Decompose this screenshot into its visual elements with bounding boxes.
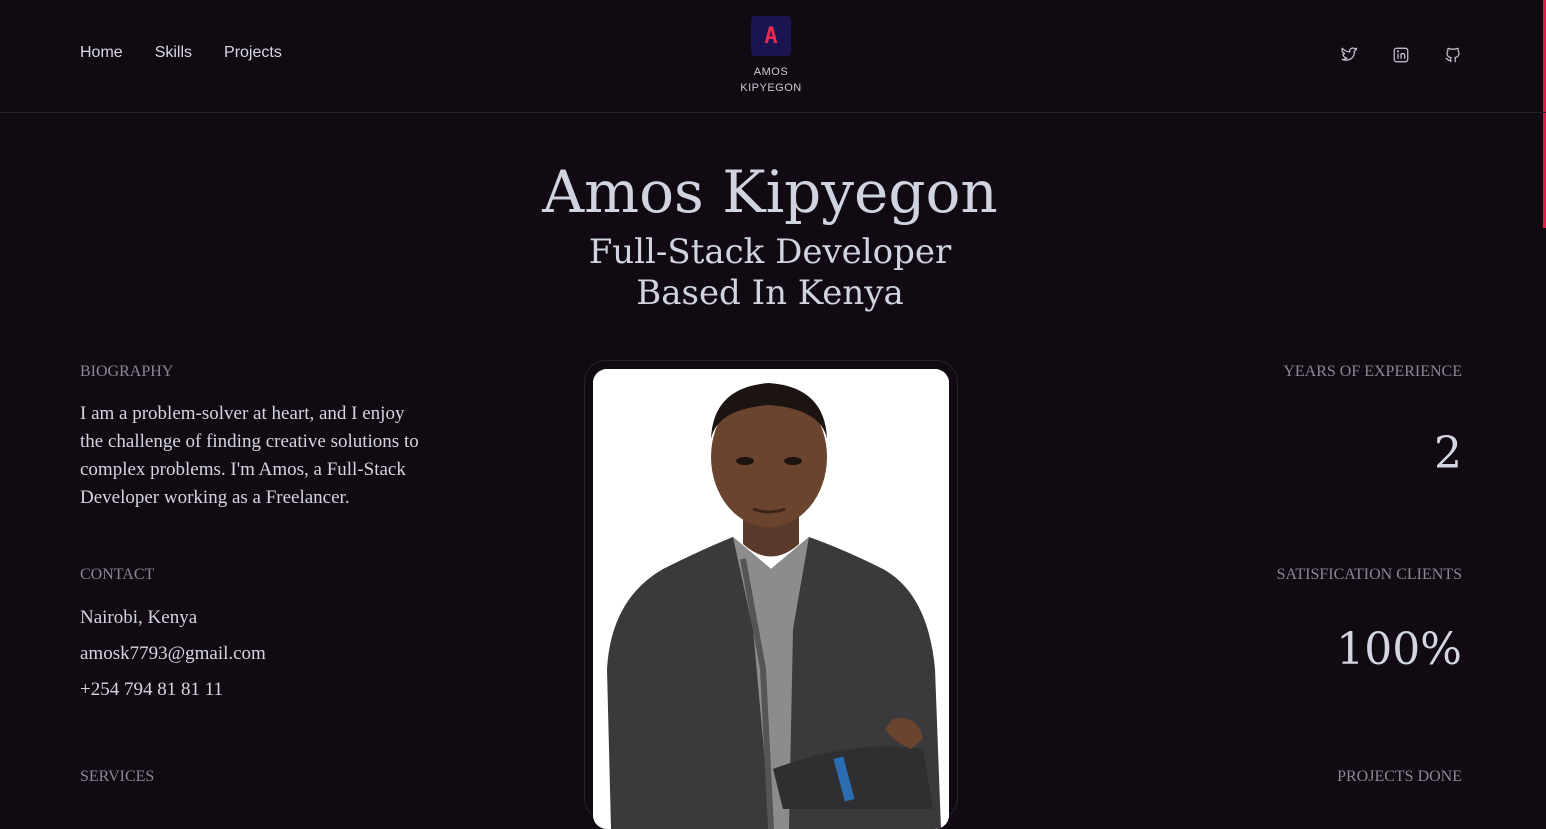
- contact-location: Nairobi, Kenya: [80, 607, 198, 628]
- services-label: SERVICES: [80, 768, 155, 785]
- hero-subtitle-line2: Based In Kenya: [636, 273, 904, 313]
- linkedin-icon[interactable]: [1392, 46, 1410, 64]
- contact-phone: +254 794 81 81 11: [80, 679, 224, 700]
- contact-email: amosk7793@gmail.com: [80, 643, 266, 664]
- brand-name-line2: KIPYEGON: [740, 82, 802, 94]
- years-of-experience-value: 2: [1434, 428, 1462, 479]
- projects-done-label: PROJECTS DONE: [1337, 768, 1462, 785]
- nav-link-projects[interactable]: Projects: [224, 44, 282, 62]
- nav-links: Home Skills Projects: [80, 44, 282, 62]
- biography-text: I am a problem-solver at heart, and I en…: [80, 403, 419, 508]
- top-nav: Home Skills Projects A AMOS KIPYEGON: [0, 0, 1546, 113]
- social-links: [1340, 46, 1462, 64]
- hero-name: Amos Kipyegon: [542, 158, 998, 226]
- brand-logo-link[interactable]: A AMOS KIPYEGON: [731, 16, 811, 96]
- profile-photo: [593, 369, 949, 829]
- hero-subtitle: Full-Stack Developer Based In Kenya: [0, 232, 1540, 314]
- satisfaction-clients-value: 100%: [1336, 624, 1462, 675]
- profile-photo-frame: [584, 360, 958, 829]
- biography-label: BIOGRAPHY: [80, 363, 174, 380]
- twitter-icon[interactable]: [1340, 46, 1358, 64]
- logo-icon: A: [751, 16, 791, 56]
- github-icon[interactable]: [1444, 46, 1462, 64]
- satisfaction-clients-label: SATISFICATION CLIENTS: [1276, 566, 1462, 583]
- hero-subtitle-line1: Full-Stack Developer: [588, 232, 952, 272]
- brand-name: AMOS KIPYEGON: [731, 64, 811, 96]
- contact-list: Nairobi, Kenya amosk7793@gmail.com +254 …: [80, 604, 430, 712]
- nav-link-skills[interactable]: Skills: [155, 44, 192, 62]
- contact-label: CONTACT: [80, 566, 155, 583]
- brand-name-line1: AMOS: [753, 66, 789, 78]
- years-of-experience-label: YEARS OF EXPERIENCE: [1283, 363, 1462, 380]
- nav-link-home[interactable]: Home: [80, 44, 123, 62]
